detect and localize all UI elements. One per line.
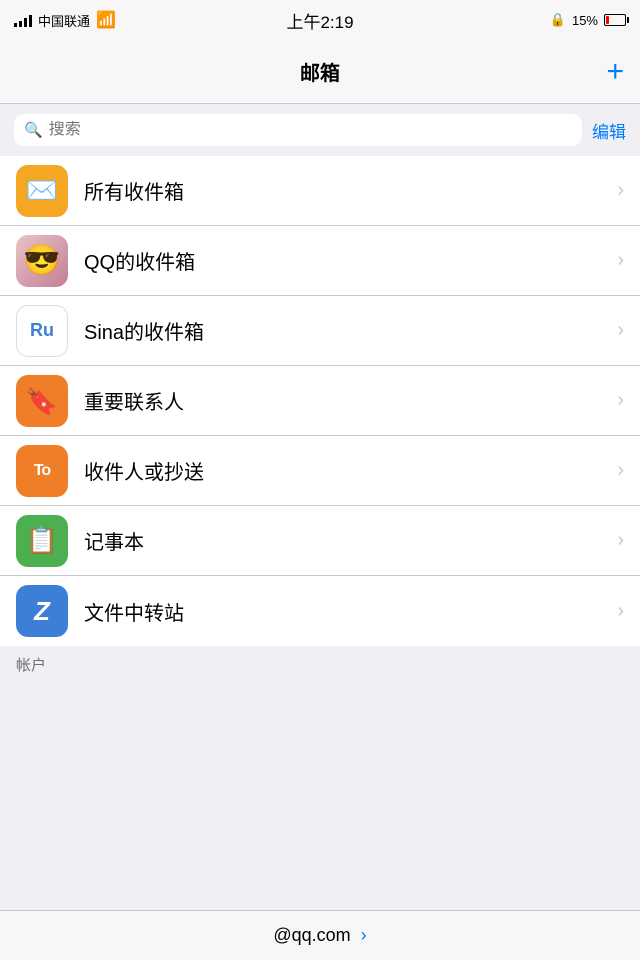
search-icon: 🔍 — [24, 121, 43, 139]
carrier-label: 中国联通 — [38, 11, 90, 30]
sina-inbox-label: Sina的收件箱 — [84, 316, 617, 345]
important-contacts-chevron: › — [617, 389, 624, 412]
nav-bar: 邮箱 + — [0, 40, 640, 104]
status-left: 中国联通 📶 — [14, 10, 116, 30]
qq-inbox-chevron: › — [617, 249, 624, 272]
notepad-chevron: › — [617, 529, 624, 552]
sina-icon: Ru — [16, 305, 68, 357]
to-cc-chevron: › — [617, 459, 624, 482]
file-transfer-chevron: › — [617, 600, 624, 623]
edit-button[interactable]: 编辑 — [592, 118, 626, 143]
battery-icon — [604, 14, 626, 26]
footer-chevron: › — [361, 925, 367, 946]
search-bar-container: 🔍 编辑 — [0, 104, 640, 156]
file-transfer-label: 文件中转站 — [84, 597, 617, 626]
notepad-icon: 📋 — [16, 515, 68, 567]
nav-title: 邮箱 — [300, 57, 340, 86]
footer[interactable]: @qq.com › — [0, 910, 640, 960]
list-item-important-contacts[interactable]: 🔖 重要联系人 › — [0, 366, 640, 436]
file-transfer-icon: Z — [16, 585, 68, 637]
all-inbox-icon: ✉️ — [16, 165, 68, 217]
footer-email: @qq.com — [273, 925, 350, 946]
qq-inbox-label: QQ的收件箱 — [84, 246, 617, 275]
status-bar: 中国联通 📶 上午2:19 🔒 15% — [0, 0, 640, 40]
all-inbox-label: 所有收件箱 — [84, 176, 617, 205]
list-item-to-cc[interactable]: To 收件人或抄送 › — [0, 436, 640, 506]
wifi-icon: 📶 — [96, 10, 116, 30]
status-time: 上午2:19 — [286, 8, 353, 33]
lock-icon: 🔒 — [550, 12, 566, 28]
notepad-label: 记事本 — [84, 526, 617, 555]
all-inbox-chevron: › — [617, 179, 624, 202]
list-item-file-transfer[interactable]: Z 文件中转站 › — [0, 576, 640, 646]
important-contacts-icon: 🔖 — [16, 375, 68, 427]
signal-icon — [14, 13, 32, 27]
list-item-sina-inbox[interactable]: Ru Sina的收件箱 › — [0, 296, 640, 366]
mailbox-list: ✉️ 所有收件箱 › 😎 QQ的收件箱 › Ru Sina的收件箱 › 🔖 重要… — [0, 156, 640, 646]
qq-avatar-icon: 😎 — [16, 235, 68, 287]
accounts-section-label: 帐户 — [16, 654, 46, 675]
status-right: 🔒 15% — [550, 12, 626, 28]
list-item-all-inbox[interactable]: ✉️ 所有收件箱 › — [0, 156, 640, 226]
important-contacts-label: 重要联系人 — [84, 386, 617, 415]
search-input[interactable] — [49, 121, 572, 139]
accounts-section-header: 帐户 — [0, 646, 640, 682]
battery-percent: 15% — [572, 13, 598, 28]
to-cc-icon: To — [16, 445, 68, 497]
add-button[interactable]: + — [606, 57, 624, 87]
list-item-notepad[interactable]: 📋 记事本 › — [0, 506, 640, 576]
sina-inbox-chevron: › — [617, 319, 624, 342]
search-input-wrapper: 🔍 — [14, 114, 582, 146]
list-item-qq-inbox[interactable]: 😎 QQ的收件箱 › — [0, 226, 640, 296]
to-cc-label: 收件人或抄送 — [84, 456, 617, 485]
